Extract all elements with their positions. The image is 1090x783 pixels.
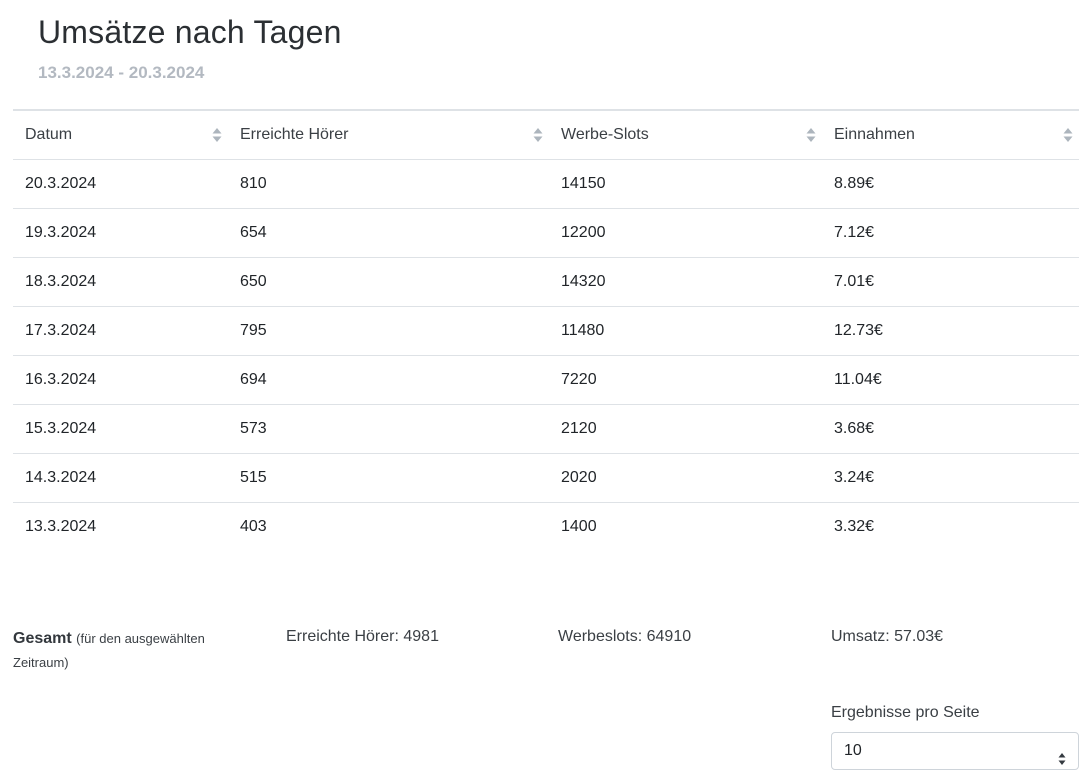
- totals-revenue: Umsatz: 57.03€: [831, 628, 944, 645]
- cell-ad-slots: 1400: [561, 517, 597, 535]
- results-per-page: Ergebnisse pro Seite 10: [831, 704, 1079, 770]
- results-per-page-value: 10: [844, 742, 862, 759]
- table-header-row: Datum Erreichte Hörer Werbe-Slots Einnah…: [13, 109, 1079, 160]
- cell-listeners: 515: [228, 453, 549, 503]
- totals-listeners: Erreichte Hörer: 4981: [286, 628, 439, 645]
- totals-title: Gesamt: [13, 630, 72, 647]
- cell-date: 13.3.2024: [25, 517, 97, 535]
- cell-listeners: 403: [240, 517, 267, 535]
- sort-arrows-icon[interactable]: [533, 127, 543, 143]
- cell-ad-slots: 2120: [549, 404, 822, 454]
- column-header-revenue[interactable]: Einnahmen: [822, 109, 1079, 160]
- cell-listeners: 795: [228, 306, 549, 356]
- page-header: Umsätze nach Tagen 13.3.2024 - 20.3.2024: [38, 14, 342, 83]
- cell-listeners: 810: [228, 159, 549, 209]
- revenue-table: Datum Erreichte Hörer Werbe-Slots Einnah…: [13, 109, 1079, 551]
- cell-date: 16.3.2024: [13, 355, 228, 405]
- column-header-label: Datum: [25, 125, 73, 143]
- totals-summary: Gesamt (für den ausgewählten Zeitraum) E…: [13, 627, 1079, 677]
- cell-revenue: 3.68€: [822, 404, 1079, 454]
- cell-revenue: 7.12€: [822, 208, 1079, 258]
- cell-listeners: 654: [228, 208, 549, 258]
- cell-listeners: 573: [228, 404, 549, 454]
- cell-ad-slots: 14320: [549, 257, 822, 307]
- cell-revenue: 3.32€: [834, 517, 875, 535]
- table-row: 13.3.2024 403 1400 3.32€: [13, 502, 1079, 551]
- cell-revenue: 12.73€: [822, 306, 1079, 356]
- cell-ad-slots: 7220: [549, 355, 822, 405]
- cell-ad-slots: 14150: [549, 159, 822, 209]
- column-header-label: Erreichte Hörer: [240, 125, 349, 143]
- table-row: 19.3.2024 654 12200 7.12€: [13, 208, 1079, 258]
- cell-revenue: 7.01€: [822, 257, 1079, 307]
- table-row: 20.3.2024 810 14150 8.89€: [13, 159, 1079, 209]
- table-row: 15.3.2024 573 2120 3.68€: [13, 404, 1079, 454]
- table-row: 14.3.2024 515 2020 3.24€: [13, 453, 1079, 503]
- totals-label: Gesamt (für den ausgewählten Zeitraum): [13, 627, 233, 675]
- table-row: 18.3.2024 650 14320 7.01€: [13, 257, 1079, 307]
- column-header-label: Werbe-Slots: [561, 125, 649, 143]
- sort-arrows-icon[interactable]: [1063, 127, 1073, 143]
- column-header-label: Einnahmen: [834, 125, 915, 143]
- column-header-date[interactable]: Datum: [13, 109, 228, 160]
- cell-date: 17.3.2024: [13, 306, 228, 356]
- cell-date: 14.3.2024: [13, 453, 228, 503]
- results-per-page-label: Ergebnisse pro Seite: [831, 704, 980, 721]
- cell-ad-slots: 12200: [549, 208, 822, 258]
- cell-ad-slots: 11480: [549, 306, 822, 356]
- page-title: Umsätze nach Tagen: [38, 14, 342, 50]
- table-row: 16.3.2024 694 7220 11.04€: [13, 355, 1079, 405]
- cell-listeners: 650: [228, 257, 549, 307]
- table-row: 17.3.2024 795 11480 12.73€: [13, 306, 1079, 356]
- column-header-listeners[interactable]: Erreichte Hörer: [228, 109, 549, 160]
- column-header-ad-slots[interactable]: Werbe-Slots: [549, 109, 822, 160]
- page: Umsätze nach Tagen 13.3.2024 - 20.3.2024…: [0, 0, 1090, 783]
- cell-revenue: 3.24€: [822, 453, 1079, 503]
- cell-date: 15.3.2024: [13, 404, 228, 454]
- cell-ad-slots: 2020: [549, 453, 822, 503]
- cell-date: 20.3.2024: [13, 159, 228, 209]
- results-per-page-select[interactable]: 10: [831, 732, 1079, 770]
- cell-listeners: 694: [228, 355, 549, 405]
- totals-ad-slots: Werbeslots: 64910: [558, 628, 692, 645]
- cell-date: 18.3.2024: [13, 257, 228, 307]
- sort-arrows-icon[interactable]: [806, 127, 816, 143]
- select-arrows-icon: [1058, 744, 1066, 780]
- cell-date: 19.3.2024: [13, 208, 228, 258]
- date-range: 13.3.2024 - 20.3.2024: [38, 63, 205, 82]
- cell-revenue: 8.89€: [822, 159, 1079, 209]
- sort-arrows-icon[interactable]: [212, 127, 222, 143]
- cell-revenue: 11.04€: [822, 355, 1079, 405]
